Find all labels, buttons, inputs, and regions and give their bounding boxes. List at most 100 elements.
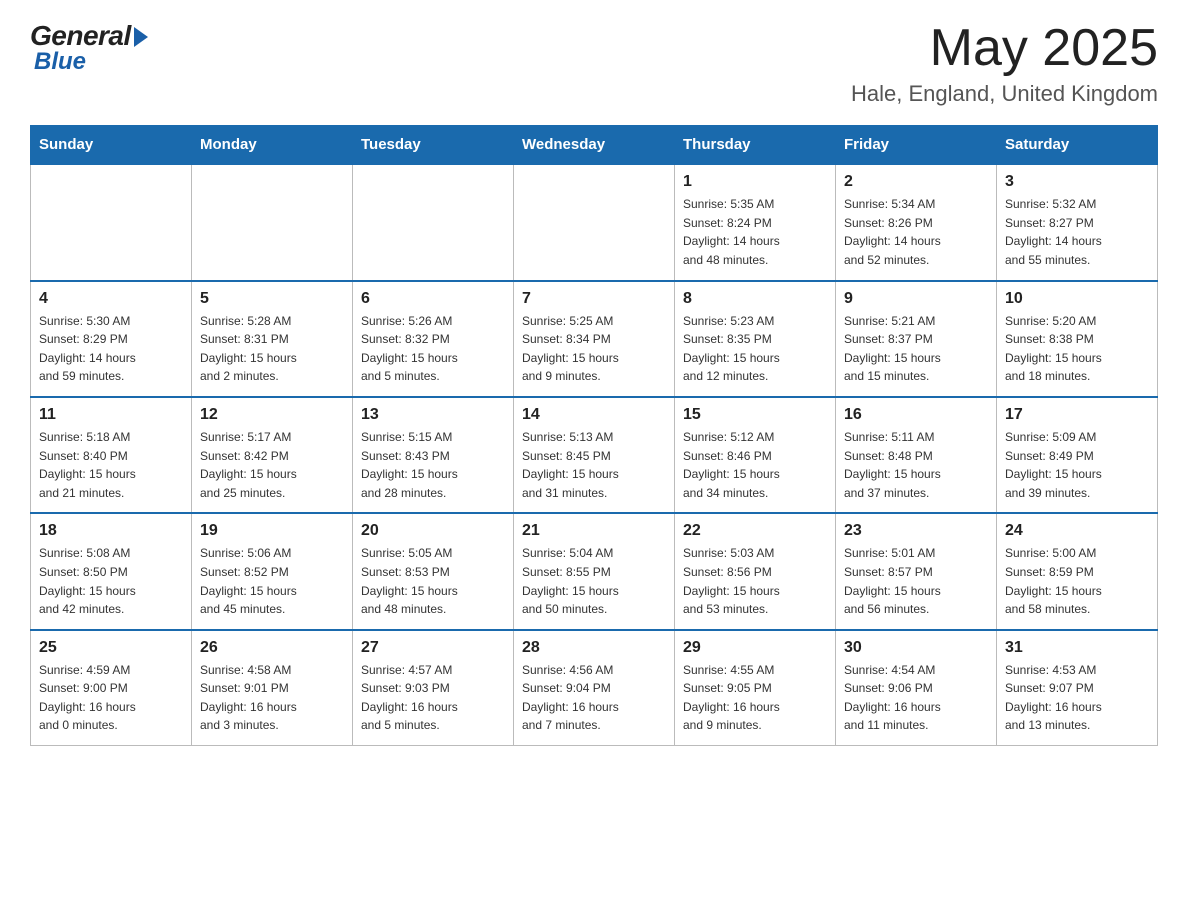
calendar-cell: 24 Sunrise: 5:00 AMSunset: 8:59 PMDayligh… <box>997 513 1158 629</box>
day-info: Sunrise: 4:54 AMSunset: 9:06 PMDaylight:… <box>844 661 988 735</box>
logo: General Blue <box>30 20 148 76</box>
calendar-week-row: 1 Sunrise: 5:35 AMSunset: 8:24 PMDaylight… <box>31 164 1158 280</box>
calendar-cell: 23 Sunrise: 5:01 AMSunset: 8:57 PMDayligh… <box>836 513 997 629</box>
day-number: 22 <box>683 522 827 540</box>
day-number: 29 <box>683 639 827 657</box>
calendar-cell: 20 Sunrise: 5:05 AMSunset: 8:53 PMDayligh… <box>353 513 514 629</box>
day-number: 27 <box>361 639 505 657</box>
day-number: 14 <box>522 406 666 424</box>
day-number: 21 <box>522 522 666 540</box>
day-info: Sunrise: 5:01 AMSunset: 8:57 PMDaylight:… <box>844 544 988 618</box>
calendar-cell: 5 Sunrise: 5:28 AMSunset: 8:31 PMDaylight… <box>192 281 353 397</box>
day-info: Sunrise: 5:34 AMSunset: 8:26 PMDaylight:… <box>844 195 988 269</box>
day-info: Sunrise: 5:25 AMSunset: 8:34 PMDaylight:… <box>522 312 666 386</box>
day-number: 24 <box>1005 522 1149 540</box>
day-number: 2 <box>844 173 988 191</box>
day-info: Sunrise: 5:08 AMSunset: 8:50 PMDaylight:… <box>39 544 183 618</box>
calendar-cell: 14 Sunrise: 5:13 AMSunset: 8:45 PMDayligh… <box>514 397 675 513</box>
calendar-week-row: 25Sunrise: 4:59 AMSunset: 9:00 PMDayligh… <box>31 630 1158 746</box>
day-info: Sunrise: 5:35 AMSunset: 8:24 PMDaylight:… <box>683 195 827 269</box>
day-info: Sunrise: 5:04 AMSunset: 8:55 PMDaylight:… <box>522 544 666 618</box>
header-monday: Monday <box>192 126 353 165</box>
day-number: 13 <box>361 406 505 424</box>
day-info: Sunrise: 5:18 AMSunset: 8:40 PMDaylight:… <box>39 428 183 502</box>
calendar-cell: 9 Sunrise: 5:21 AMSunset: 8:37 PMDaylight… <box>836 281 997 397</box>
day-info: Sunrise: 5:23 AMSunset: 8:35 PMDaylight:… <box>683 312 827 386</box>
calendar-cell: 6Sunrise: 5:26 AMSunset: 8:32 PMDaylight… <box>353 281 514 397</box>
calendar-cell: 16 Sunrise: 5:11 AMSunset: 8:48 PMDayligh… <box>836 397 997 513</box>
day-info: Sunrise: 5:28 AMSunset: 8:31 PMDaylight:… <box>200 312 344 386</box>
calendar-cell: 29Sunrise: 4:55 AMSunset: 9:05 PMDayligh… <box>675 630 836 746</box>
calendar-cell: 25Sunrise: 4:59 AMSunset: 9:00 PMDayligh… <box>31 630 192 746</box>
calendar-table: SundayMondayTuesdayWednesdayThursdayFrid… <box>30 125 1158 746</box>
day-number: 20 <box>361 522 505 540</box>
calendar-cell: 26 Sunrise: 4:58 AMSunset: 9:01 PMDayligh… <box>192 630 353 746</box>
day-number: 18 <box>39 522 183 540</box>
header-thursday: Thursday <box>675 126 836 165</box>
day-info: Sunrise: 5:13 AMSunset: 8:45 PMDaylight:… <box>522 428 666 502</box>
calendar-cell: 3 Sunrise: 5:32 AMSunset: 8:27 PMDaylight… <box>997 164 1158 280</box>
day-info: Sunrise: 5:09 AMSunset: 8:49 PMDaylight:… <box>1005 428 1149 502</box>
calendar-cell: 1 Sunrise: 5:35 AMSunset: 8:24 PMDaylight… <box>675 164 836 280</box>
day-number: 8 <box>683 290 827 308</box>
header-wednesday: Wednesday <box>514 126 675 165</box>
day-number: 17 <box>1005 406 1149 424</box>
day-number: 9 <box>844 290 988 308</box>
calendar-cell: 8 Sunrise: 5:23 AMSunset: 8:35 PMDaylight… <box>675 281 836 397</box>
day-info: Sunrise: 4:56 AMSunset: 9:04 PMDaylight:… <box>522 661 666 735</box>
logo-blue-text: Blue <box>34 48 86 76</box>
day-info: Sunrise: 5:21 AMSunset: 8:37 PMDaylight:… <box>844 312 988 386</box>
logo-arrow-icon <box>134 27 148 47</box>
calendar-cell: 10Sunrise: 5:20 AMSunset: 8:38 PMDayligh… <box>997 281 1158 397</box>
day-number: 23 <box>844 522 988 540</box>
calendar-cell: 7 Sunrise: 5:25 AMSunset: 8:34 PMDaylight… <box>514 281 675 397</box>
title-block: May 2025 Hale, England, United Kingdom <box>851 20 1158 107</box>
day-number: 25 <box>39 639 183 657</box>
page-header: General Blue May 2025 Hale, England, Uni… <box>30 20 1158 107</box>
day-info: Sunrise: 5:12 AMSunset: 8:46 PMDaylight:… <box>683 428 827 502</box>
calendar-cell <box>31 164 192 280</box>
calendar-cell: 12 Sunrise: 5:17 AMSunset: 8:42 PMDayligh… <box>192 397 353 513</box>
day-info: Sunrise: 5:05 AMSunset: 8:53 PMDaylight:… <box>361 544 505 618</box>
day-number: 4 <box>39 290 183 308</box>
month-year-title: May 2025 <box>851 20 1158 77</box>
day-info: Sunrise: 5:32 AMSunset: 8:27 PMDaylight:… <box>1005 195 1149 269</box>
day-number: 11 <box>39 406 183 424</box>
day-info: Sunrise: 5:30 AMSunset: 8:29 PMDaylight:… <box>39 312 183 386</box>
calendar-cell: 2 Sunrise: 5:34 AMSunset: 8:26 PMDaylight… <box>836 164 997 280</box>
day-info: Sunrise: 5:03 AMSunset: 8:56 PMDaylight:… <box>683 544 827 618</box>
day-number: 10 <box>1005 290 1149 308</box>
calendar-cell: 21 Sunrise: 5:04 AMSunset: 8:55 PMDayligh… <box>514 513 675 629</box>
day-info: Sunrise: 5:17 AMSunset: 8:42 PMDaylight:… <box>200 428 344 502</box>
day-number: 16 <box>844 406 988 424</box>
calendar-cell: 31 Sunrise: 4:53 AMSunset: 9:07 PMDayligh… <box>997 630 1158 746</box>
calendar-cell <box>514 164 675 280</box>
day-number: 19 <box>200 522 344 540</box>
calendar-cell: 28 Sunrise: 4:56 AMSunset: 9:04 PMDayligh… <box>514 630 675 746</box>
calendar-header-row: SundayMondayTuesdayWednesdayThursdayFrid… <box>31 126 1158 165</box>
calendar-cell: 22 Sunrise: 5:03 AMSunset: 8:56 PMDayligh… <box>675 513 836 629</box>
header-friday: Friday <box>836 126 997 165</box>
day-number: 3 <box>1005 173 1149 191</box>
day-number: 12 <box>200 406 344 424</box>
calendar-cell: 15Sunrise: 5:12 AMSunset: 8:46 PMDayligh… <box>675 397 836 513</box>
day-number: 1 <box>683 173 827 191</box>
calendar-week-row: 11 Sunrise: 5:18 AMSunset: 8:40 PMDayligh… <box>31 397 1158 513</box>
calendar-cell: 13Sunrise: 5:15 AMSunset: 8:43 PMDayligh… <box>353 397 514 513</box>
calendar-week-row: 18 Sunrise: 5:08 AMSunset: 8:50 PMDayligh… <box>31 513 1158 629</box>
day-number: 28 <box>522 639 666 657</box>
day-info: Sunrise: 5:00 AMSunset: 8:59 PMDaylight:… <box>1005 544 1149 618</box>
day-number: 31 <box>1005 639 1149 657</box>
calendar-cell: 27 Sunrise: 4:57 AMSunset: 9:03 PMDayligh… <box>353 630 514 746</box>
day-info: Sunrise: 4:58 AMSunset: 9:01 PMDaylight:… <box>200 661 344 735</box>
day-info: Sunrise: 4:53 AMSunset: 9:07 PMDaylight:… <box>1005 661 1149 735</box>
day-info: Sunrise: 4:57 AMSunset: 9:03 PMDaylight:… <box>361 661 505 735</box>
calendar-week-row: 4 Sunrise: 5:30 AMSunset: 8:29 PMDaylight… <box>31 281 1158 397</box>
day-number: 6 <box>361 290 505 308</box>
day-number: 26 <box>200 639 344 657</box>
calendar-cell: 11 Sunrise: 5:18 AMSunset: 8:40 PMDayligh… <box>31 397 192 513</box>
calendar-cell <box>353 164 514 280</box>
day-number: 5 <box>200 290 344 308</box>
day-number: 7 <box>522 290 666 308</box>
day-info: Sunrise: 5:11 AMSunset: 8:48 PMDaylight:… <box>844 428 988 502</box>
